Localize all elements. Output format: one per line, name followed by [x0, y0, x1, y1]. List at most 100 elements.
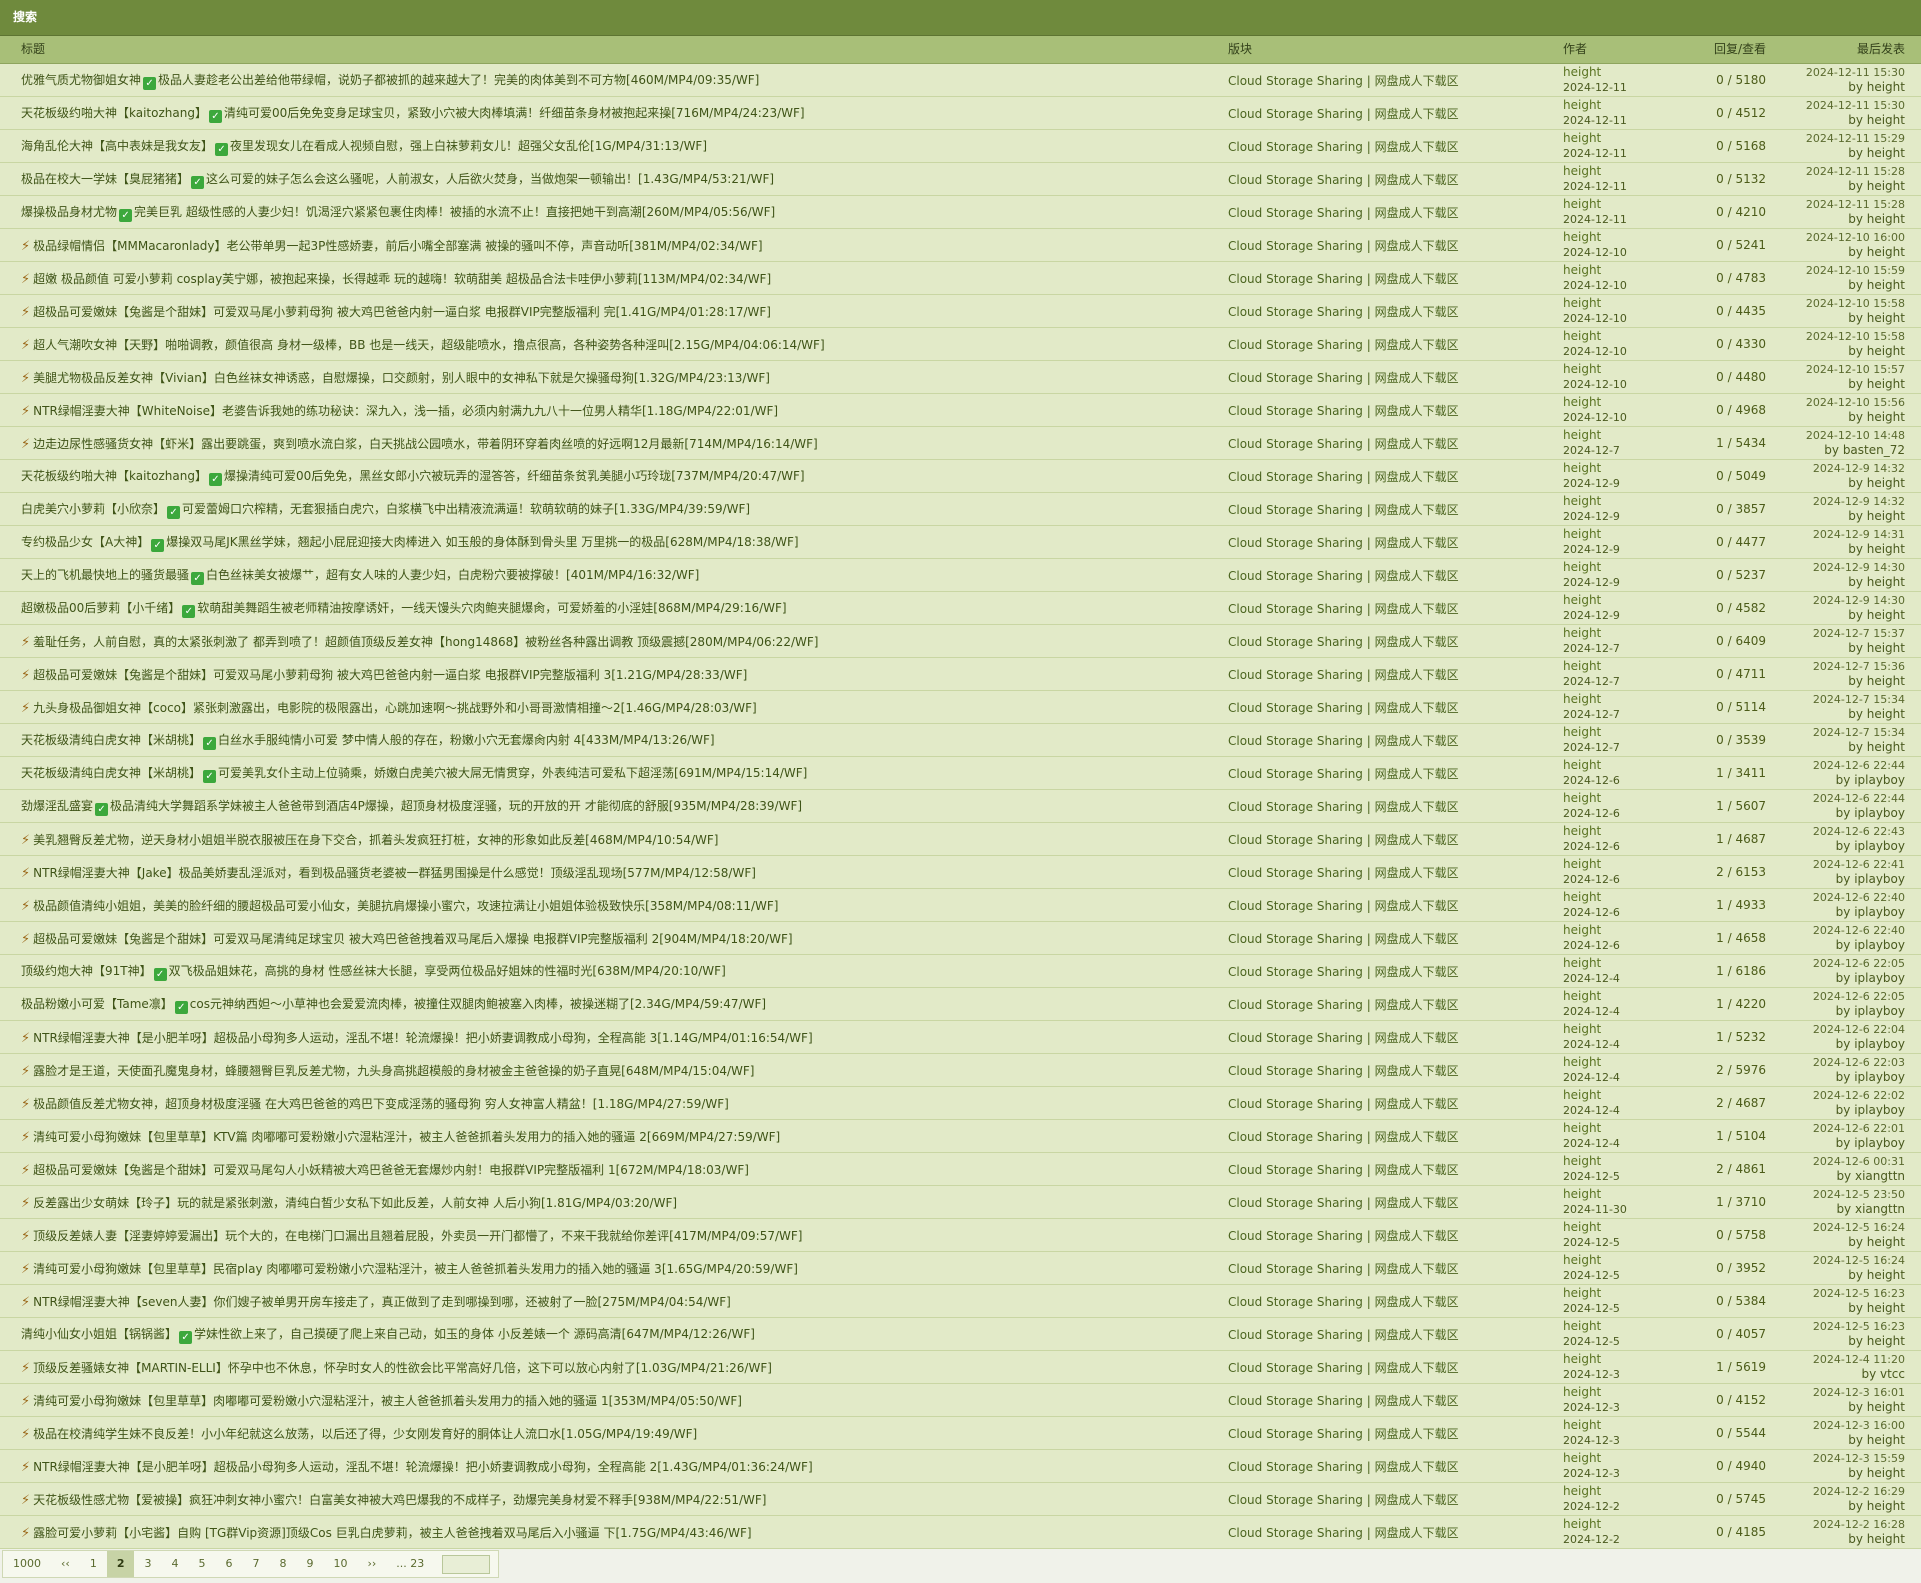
last-post-date[interactable]: 2024-12-7 15:34	[1766, 692, 1905, 707]
last-post-date[interactable]: 2024-12-11 15:28	[1766, 164, 1905, 179]
thread-title-prefix[interactable]: 爆操极品身材尤物	[21, 205, 117, 219]
forum-link[interactable]: Cloud Storage Sharing | 网盘成人下载区	[1228, 1295, 1459, 1309]
last-post-date[interactable]: 2024-12-6 22:44	[1766, 791, 1905, 806]
thread-title-link[interactable]: 反差露出少女萌妹【玲子】玩的就是紧张刺激，清纯白皙少女私下如此反差，人前女神 人…	[33, 1196, 677, 1210]
thread-title-prefix[interactable]: 顶级约炮大神【91T神】	[21, 964, 152, 978]
forum-link[interactable]: Cloud Storage Sharing | 网盘成人下载区	[1228, 1361, 1459, 1375]
last-post-date[interactable]: 2024-12-11 15:29	[1766, 131, 1905, 146]
forum-link[interactable]: Cloud Storage Sharing | 网盘成人下载区	[1228, 239, 1459, 253]
last-post-date[interactable]: 2024-12-10 15:59	[1766, 263, 1905, 278]
last-post-author[interactable]: by height	[1766, 278, 1905, 293]
last-post-date[interactable]: 2024-12-9 14:32	[1766, 494, 1905, 509]
forum-link[interactable]: Cloud Storage Sharing | 网盘成人下载区	[1228, 1031, 1459, 1045]
thread-title-link[interactable]: 可爱美乳女仆主动上位骑乘，娇嫩白虎美穴被大屌无情贯穿，外表纯洁可爱私下超淫荡[6…	[218, 766, 807, 780]
pager-next[interactable]: ››	[357, 1551, 386, 1577]
thread-title-prefix[interactable]: 优雅气质尤物御姐女神	[21, 73, 141, 87]
forum-link[interactable]: Cloud Storage Sharing | 网盘成人下载区	[1228, 734, 1459, 748]
pager-page-link[interactable]: 8	[269, 1551, 296, 1577]
author-link[interactable]: height	[1563, 1484, 1674, 1499]
author-link[interactable]: height	[1563, 461, 1674, 476]
last-post-author[interactable]: by iplayboy	[1766, 938, 1905, 953]
pager-page-link[interactable]: 6	[215, 1551, 242, 1577]
forum-link[interactable]: Cloud Storage Sharing | 网盘成人下载区	[1228, 932, 1459, 946]
forum-link[interactable]: Cloud Storage Sharing | 网盘成人下载区	[1228, 1130, 1459, 1144]
last-post-author[interactable]: by height	[1766, 1499, 1905, 1514]
forum-link[interactable]: Cloud Storage Sharing | 网盘成人下载区	[1228, 140, 1459, 154]
thread-title-link[interactable]: 超人气潮吹女神【天野】啪啪调教，颜值很高 身材一级棒，BB 也是一线天，超级能喷…	[33, 338, 825, 352]
author-link[interactable]: height	[1563, 527, 1674, 542]
col-author-header[interactable]: 作者	[1559, 36, 1674, 63]
last-post-date[interactable]: 2024-12-5 16:24	[1766, 1220, 1905, 1235]
last-post-date[interactable]: 2024-12-9 14:32	[1766, 461, 1905, 476]
last-post-date[interactable]: 2024-12-7 15:36	[1766, 659, 1905, 674]
author-link[interactable]: height	[1563, 1154, 1674, 1169]
thread-title-link[interactable]: 软萌甜美舞蹈生被老师精油按摩诱奸，一线天馒头穴肉鲍夹腿爆肏，可爱娇羞的小淫娃[8…	[197, 601, 786, 615]
thread-title-prefix[interactable]: 天上的飞机最快地上的骚货最骚	[21, 568, 189, 582]
last-post-author[interactable]: by height	[1766, 1532, 1905, 1547]
author-link[interactable]: height	[1563, 1319, 1674, 1334]
last-post-date[interactable]: 2024-12-2 16:28	[1766, 1517, 1905, 1532]
last-post-author[interactable]: by height	[1766, 1301, 1905, 1316]
pager-prev[interactable]: ‹‹	[51, 1551, 80, 1577]
last-post-author[interactable]: by iplayboy	[1766, 1004, 1905, 1019]
thread-title-prefix[interactable]: 专约极品少女【A大神】	[21, 535, 149, 549]
forum-link[interactable]: Cloud Storage Sharing | 网盘成人下载区	[1228, 866, 1459, 880]
thread-title-link[interactable]: 超极品可爱嫩妹【兔酱是个甜妹】可爱双马尾小萝莉母狗 被大鸡巴爸爸内射一逼白浆 电…	[33, 305, 771, 319]
forum-link[interactable]: Cloud Storage Sharing | 网盘成人下载区	[1228, 701, 1459, 715]
last-post-author[interactable]: by xiangttn	[1766, 1169, 1905, 1184]
thread-title-prefix[interactable]: 天花板级清纯白虎女神【米胡桃】	[21, 766, 201, 780]
forum-link[interactable]: Cloud Storage Sharing | 网盘成人下载区	[1228, 1493, 1459, 1507]
col-title-header[interactable]: 标题	[0, 36, 1218, 63]
thread-title-link[interactable]: NTR绿帽淫妻大神【是小肥羊呀】超极品小母狗多人运动，淫乱不堪！轮流爆操！把小娇…	[33, 1031, 813, 1045]
thread-title-link[interactable]: 九头身极品御姐女神【coco】紧张刺激露出，电影院的极限露出，心跳加速啊～挑战野…	[33, 701, 757, 715]
thread-title-link[interactable]: 天花板级性感尤物【爱被操】疯狂冲刺女神小蜜穴！白富美女神被大鸡巴爆我的不成样子，…	[33, 1493, 766, 1507]
author-link[interactable]: height	[1563, 65, 1674, 80]
forum-link[interactable]: Cloud Storage Sharing | 网盘成人下载区	[1228, 1262, 1459, 1276]
forum-link[interactable]: Cloud Storage Sharing | 网盘成人下载区	[1228, 1097, 1459, 1111]
last-post-date[interactable]: 2024-12-10 15:56	[1766, 395, 1905, 410]
thread-title-link[interactable]: 学妹性欲上来了，自己摸硬了爬上来自己动，如玉的身体 小反差婊一个 源码高清[64…	[194, 1327, 755, 1341]
author-link[interactable]: height	[1563, 98, 1674, 113]
last-post-author[interactable]: by iplayboy	[1766, 905, 1905, 920]
forum-link[interactable]: Cloud Storage Sharing | 网盘成人下载区	[1228, 371, 1459, 385]
author-link[interactable]: height	[1563, 1451, 1674, 1466]
forum-link[interactable]: Cloud Storage Sharing | 网盘成人下载区	[1228, 338, 1459, 352]
thread-title-link[interactable]: 超极品可爱嫩妹【兔酱是个甜妹】可爱双马尾清纯足球宝贝 被大鸡巴爸爸拽着双马尾后入…	[33, 932, 792, 946]
thread-title-link[interactable]: 露脸可爱小萝莉【小宅酱】自购 [TG群Vip资源]顶级Cos 巨乳白虎萝莉，被主…	[33, 1526, 751, 1540]
last-post-author[interactable]: by iplayboy	[1766, 872, 1905, 887]
thread-title-link[interactable]: 爆操双马尾JK黑丝学妹，翘起小屁屁迎接大肉棒进入 如玉般的身体酥到骨头里 万里挑…	[166, 535, 798, 549]
col-stats-header[interactable]: 回复/查看	[1674, 36, 1766, 63]
pager-last[interactable]: ... 23	[386, 1551, 434, 1577]
forum-link[interactable]: Cloud Storage Sharing | 网盘成人下载区	[1228, 965, 1459, 979]
author-link[interactable]: height	[1563, 395, 1674, 410]
forum-link[interactable]: Cloud Storage Sharing | 网盘成人下载区	[1228, 173, 1459, 187]
pager-page-link[interactable]: 5	[188, 1551, 215, 1577]
forum-link[interactable]: Cloud Storage Sharing | 网盘成人下载区	[1228, 569, 1459, 583]
last-post-author[interactable]: by height	[1766, 509, 1905, 524]
thread-title-link[interactable]: 极品颜值反差尤物女神，超顶身材极度淫骚 在大鸡巴爸爸的鸡巴下变成淫荡的骚母狗 穷…	[33, 1097, 729, 1111]
author-link[interactable]: height	[1563, 428, 1674, 443]
last-post-date[interactable]: 2024-12-5 16:23	[1766, 1286, 1905, 1301]
thread-title-link[interactable]: 超极品可爱嫩妹【兔酱是个甜妹】可爱双马尾勾人小妖精被大鸡巴爸爸无套爆炒内射！电报…	[33, 1163, 749, 1177]
author-link[interactable]: height	[1563, 1121, 1674, 1136]
author-link[interactable]: height	[1563, 329, 1674, 344]
thread-title-link[interactable]: 双飞极品姐妹花，高挑的身材 性感丝袜大长腿，享受两位极品好姐妹的性福时光[638…	[169, 964, 726, 978]
last-post-author[interactable]: by iplayboy	[1766, 971, 1905, 986]
thread-title-link[interactable]: 极品人妻趁老公出差给他带绿帽，说奶子都被抓的越来越大了！完美的肉体美到不可方物[…	[158, 73, 759, 87]
author-link[interactable]: height	[1563, 626, 1674, 641]
last-post-date[interactable]: 2024-12-10 15:58	[1766, 296, 1905, 311]
thread-title-link[interactable]: 顶级反差婊人妻【淫妻婷婷爱漏出】玩个大的，在电梯门口漏出且翘着屁股，外卖员一开门…	[33, 1229, 802, 1243]
thread-title-link[interactable]: 羞耻任务，人前自慰，真的太紧张刺激了 都弄到喷了！超颜值顶级反差女神【hong1…	[33, 635, 818, 649]
last-post-author[interactable]: by height	[1766, 575, 1905, 590]
thread-title-link[interactable]: NTR绿帽淫妻大神【WhiteNoise】老婆告诉我她的练功秘诀：深九入，浅一插…	[33, 404, 778, 418]
forum-link[interactable]: Cloud Storage Sharing | 网盘成人下载区	[1228, 1064, 1459, 1078]
thread-title-prefix[interactable]: 天花板级清纯白虎女神【米胡桃】	[21, 733, 201, 747]
forum-link[interactable]: Cloud Storage Sharing | 网盘成人下载区	[1228, 899, 1459, 913]
author-link[interactable]: height	[1563, 1220, 1674, 1235]
forum-link[interactable]: Cloud Storage Sharing | 网盘成人下载区	[1228, 1229, 1459, 1243]
thread-title-prefix[interactable]: 天花板级约啪大神【kaitozhang】	[21, 106, 207, 120]
forum-link[interactable]: Cloud Storage Sharing | 网盘成人下载区	[1228, 833, 1459, 847]
author-link[interactable]: height	[1563, 362, 1674, 377]
last-post-date[interactable]: 2024-12-3 15:59	[1766, 1451, 1905, 1466]
author-link[interactable]: height	[1563, 494, 1674, 509]
